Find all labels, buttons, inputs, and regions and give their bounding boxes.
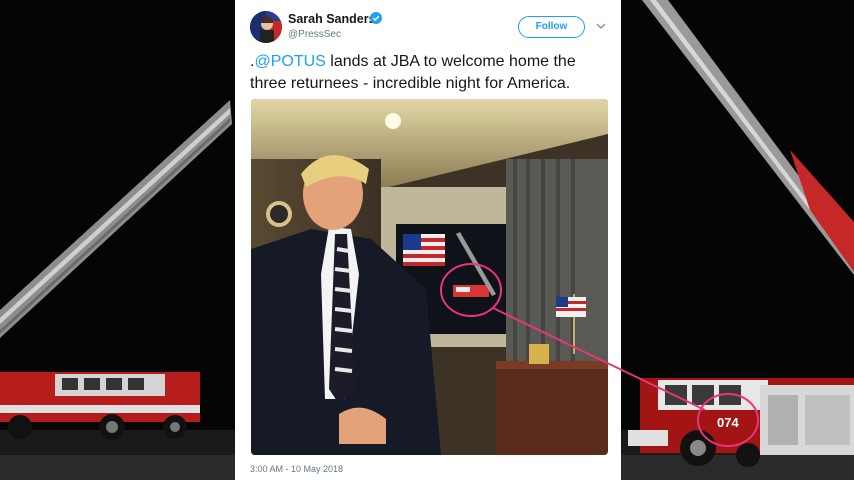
tweet-card: Sarah Sanders @PressSec Follow .@POTUS l… [235,0,621,480]
avatar[interactable] [250,11,282,43]
tweet-text: .@POTUS lands at JBA to welcome home the… [250,51,612,95]
follow-button[interactable]: Follow [518,16,585,38]
tweet-timestamp[interactable]: 3:00 AM - 10 May 2018 [250,464,343,474]
mention-link[interactable]: @POTUS [254,53,325,70]
verified-badge-icon [370,12,382,24]
left-fire-truck [0,372,200,440]
chevron-down-icon[interactable] [596,22,606,30]
tweet-photo-image [251,99,608,455]
tweet-photo[interactable] [251,99,608,455]
author-name[interactable]: Sarah Sanders [288,12,376,26]
avatar-image [250,11,282,43]
author-handle[interactable]: @PressSec [288,29,341,40]
